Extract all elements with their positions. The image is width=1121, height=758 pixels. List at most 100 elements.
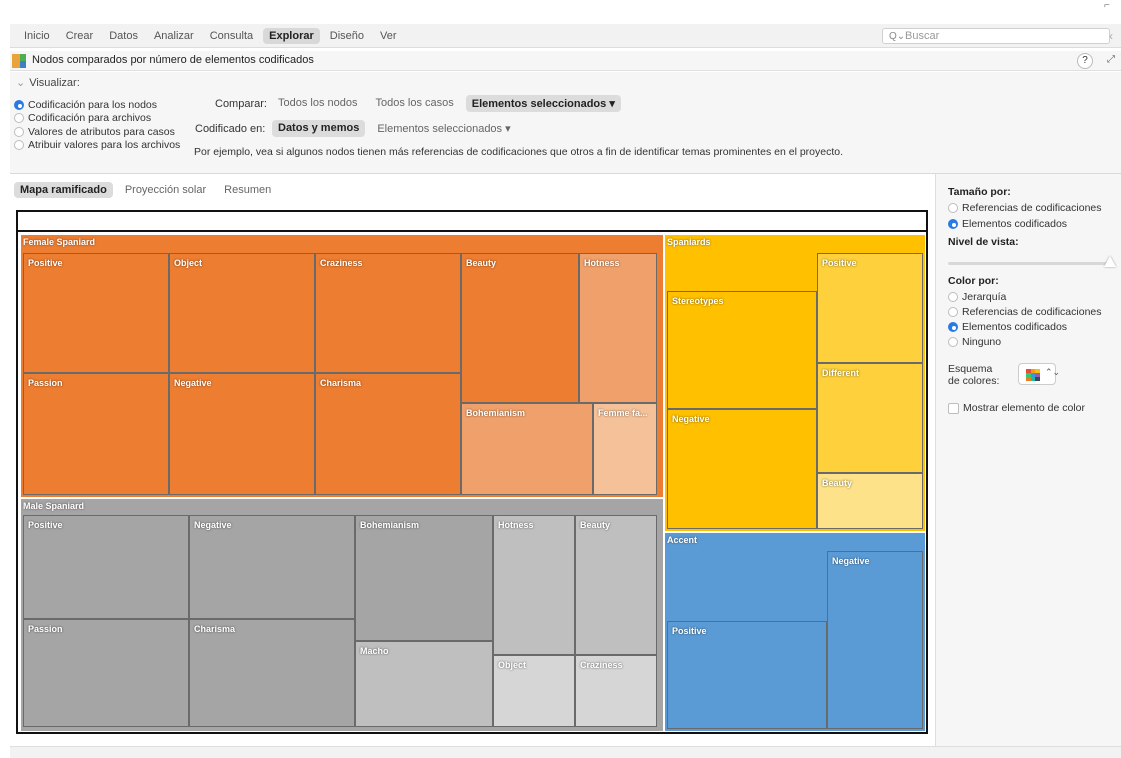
- treemap-group-female-spaniard[interactable]: Female Spaniard Positive Object Craziness Be…: [21, 235, 663, 497]
- treemap-cell-femme-fa[interactable]: Femme fa...: [593, 403, 657, 495]
- treemap-cell-hotness[interactable]: Hotness: [493, 515, 575, 655]
- treemap-cell-label: Negative: [672, 414, 710, 424]
- treemap-cell-hotness[interactable]: Hotness: [579, 253, 657, 403]
- treemap-cell-label: Femme fa...: [598, 408, 648, 418]
- compare-todos-casos[interactable]: Todos los casos: [370, 95, 460, 112]
- color-elementos-option[interactable]: Elementos codificados: [948, 321, 1067, 333]
- coded-datos-memos[interactable]: Datos y memos: [272, 120, 366, 137]
- treemap-group-label: Accent: [667, 535, 698, 545]
- treemap-group-label: Male Spaniard: [23, 501, 85, 511]
- menu-ver[interactable]: Ver: [374, 28, 403, 44]
- menu-analizar[interactable]: Analizar: [148, 28, 200, 44]
- comment-icon[interactable]: ⌐: [1104, 0, 1110, 11]
- treemap-cell-stereotypes[interactable]: Stereotypes: [667, 291, 817, 409]
- treemap-cell-label: Stereotypes: [672, 296, 724, 306]
- treemap-cell-beauty[interactable]: Beauty: [575, 515, 657, 655]
- treemap-cell-beauty[interactable]: Beauty: [461, 253, 579, 403]
- show-color-checkbox[interactable]: [948, 402, 959, 414]
- color-scheme-label-line2: de colores:: [948, 375, 1000, 387]
- radio-button[interactable]: [948, 337, 958, 347]
- size-referencias-option[interactable]: Referencias de codificaciones: [948, 202, 1102, 214]
- radio-button[interactable]: [948, 292, 958, 302]
- treemap-cell-craziness[interactable]: Craziness: [575, 655, 657, 727]
- treemap-cell-positive[interactable]: Positive: [667, 621, 827, 729]
- treemap-cell-charisma[interactable]: Charisma: [189, 619, 355, 727]
- radio-button[interactable]: [948, 203, 958, 213]
- treemap-group-spaniards[interactable]: Spaniards Positive Stereotypes Different Neg…: [665, 235, 925, 531]
- treemap-cell-macho[interactable]: Macho: [355, 641, 493, 727]
- treemap-cell-positive[interactable]: Positive: [817, 253, 923, 363]
- coded-label: Codificado en:: [195, 123, 266, 135]
- treemap-cell-label: Beauty: [580, 520, 611, 530]
- menu-consulta[interactable]: Consulta: [204, 28, 259, 44]
- level-slider[interactable]: [948, 262, 1114, 265]
- radio-valores-atributos-casos[interactable]: Valores de atributos para casos: [14, 125, 180, 139]
- compare-label: Comparar:: [215, 98, 267, 110]
- radio-codificacion-nodos[interactable]: Codificación para los nodos: [14, 98, 180, 112]
- level-slider-thumb[interactable]: [1104, 256, 1116, 267]
- example-text: Por ejemplo, vea si algunos nodos tienen…: [194, 146, 844, 158]
- size-elementos-option[interactable]: Elementos codificados: [948, 218, 1067, 230]
- treemap-cell-bohemianism[interactable]: Bohemianism: [355, 515, 493, 641]
- treemap-cell-negative[interactable]: Negative: [189, 515, 355, 619]
- chevron-down-icon: ⌄: [16, 77, 26, 89]
- radio-button[interactable]: [948, 322, 958, 332]
- treemap-group-male-spaniard[interactable]: Male Spaniard Positive Negative Bohemianism…: [21, 499, 663, 731]
- treemap-cell-charisma[interactable]: Charisma: [315, 373, 461, 495]
- menu-diseno[interactable]: Diseño: [324, 28, 370, 44]
- toolbar-menu: Inicio Crear Datos Analizar Consulta Exp…: [10, 24, 1121, 48]
- color-ninguno-option[interactable]: Ninguno: [948, 336, 1001, 348]
- treemap-cell-passion[interactable]: Passion: [23, 619, 189, 727]
- treemap-cell-negative[interactable]: Negative: [169, 373, 315, 495]
- tab-resumen[interactable]: Resumen: [218, 182, 277, 198]
- treemap-cell-label: Hotness: [498, 520, 534, 530]
- radio-button[interactable]: [14, 140, 24, 151]
- color-scheme-select[interactable]: ⌃⌄: [1018, 363, 1060, 385]
- treemap-cell-positive[interactable]: Positive: [23, 515, 189, 619]
- chart-titlebar: Nodos comparados por número de elementos…: [10, 51, 1121, 71]
- compare-elementos-seleccionados[interactable]: Elementos seleccionados ▾: [465, 95, 621, 112]
- treemap-cell-positive[interactable]: Positive: [23, 253, 169, 373]
- compare-todos-nodos[interactable]: Todos los nodos: [272, 95, 364, 112]
- tab-proyeccion-solar[interactable]: Proyección solar: [119, 182, 212, 198]
- radio-button[interactable]: [14, 113, 24, 124]
- treemap-cell-label: Negative: [174, 378, 212, 388]
- collapse-arrow-icon[interactable]: ‹: [1109, 29, 1113, 43]
- treemap-cell-different[interactable]: Different: [817, 363, 923, 473]
- treemap-cell-label: Macho: [360, 646, 389, 656]
- treemap-cell-object[interactable]: Object: [169, 253, 315, 373]
- radio-button[interactable]: [948, 307, 958, 317]
- radio-button[interactable]: [14, 126, 24, 137]
- help-button[interactable]: ?: [1077, 53, 1093, 69]
- color-referencias-option[interactable]: Referencias de codificaciones: [948, 306, 1102, 318]
- radio-button[interactable]: [14, 99, 24, 110]
- color-jerarquia-option[interactable]: Jerarquía: [948, 291, 1006, 303]
- treemap-cell-label: Charisma: [194, 624, 236, 634]
- radio-label: Referencias de codificaciones: [962, 306, 1102, 318]
- tab-mapa-ramificado[interactable]: Mapa ramificado: [14, 182, 113, 198]
- expand-icon[interactable]: ⤢: [1107, 54, 1115, 65]
- radio-codificacion-archivos[interactable]: Codificación para archivos: [14, 112, 180, 126]
- treemap-cell-label: Object: [174, 258, 203, 268]
- show-color-option[interactable]: Mostrar elemento de color: [948, 402, 1085, 414]
- menu-datos[interactable]: Datos: [103, 28, 144, 44]
- chart-title: Nodos comparados por número de elementos…: [32, 54, 314, 66]
- treemap-group-accent[interactable]: Accent Negative Positive: [665, 533, 925, 731]
- checkbox-label: Mostrar elemento de color: [963, 402, 1085, 414]
- menu-explorar[interactable]: Explorar: [263, 28, 320, 44]
- treemap-cell-craziness[interactable]: Craziness: [315, 253, 461, 373]
- visualize-header[interactable]: ⌄ Visualizar:: [16, 76, 80, 89]
- menu-crear[interactable]: Crear: [60, 28, 100, 44]
- treemap-cell-beauty[interactable]: Beauty: [817, 473, 923, 529]
- treemap-cell-bohemianism[interactable]: Bohemianism: [461, 403, 593, 495]
- search-input[interactable]: Q⌄ Buscar: [882, 28, 1110, 44]
- radio-atribuir-valores-archivos[interactable]: Atribuir valores para los archivos: [14, 139, 180, 153]
- treemap-cell-negative[interactable]: Negative: [827, 551, 923, 729]
- treemap-cell-negative[interactable]: Negative: [667, 409, 817, 529]
- treemap-cell-passion[interactable]: Passion: [23, 373, 169, 495]
- radio-button[interactable]: [948, 219, 958, 229]
- menu-inicio[interactable]: Inicio: [18, 28, 56, 44]
- treemap-cell-object[interactable]: Object: [493, 655, 575, 727]
- coded-elementos-seleccionados[interactable]: Elementos seleccionados ▾: [371, 120, 516, 137]
- coded-options: Datos y memos Elementos seleccionados ▾: [272, 120, 517, 137]
